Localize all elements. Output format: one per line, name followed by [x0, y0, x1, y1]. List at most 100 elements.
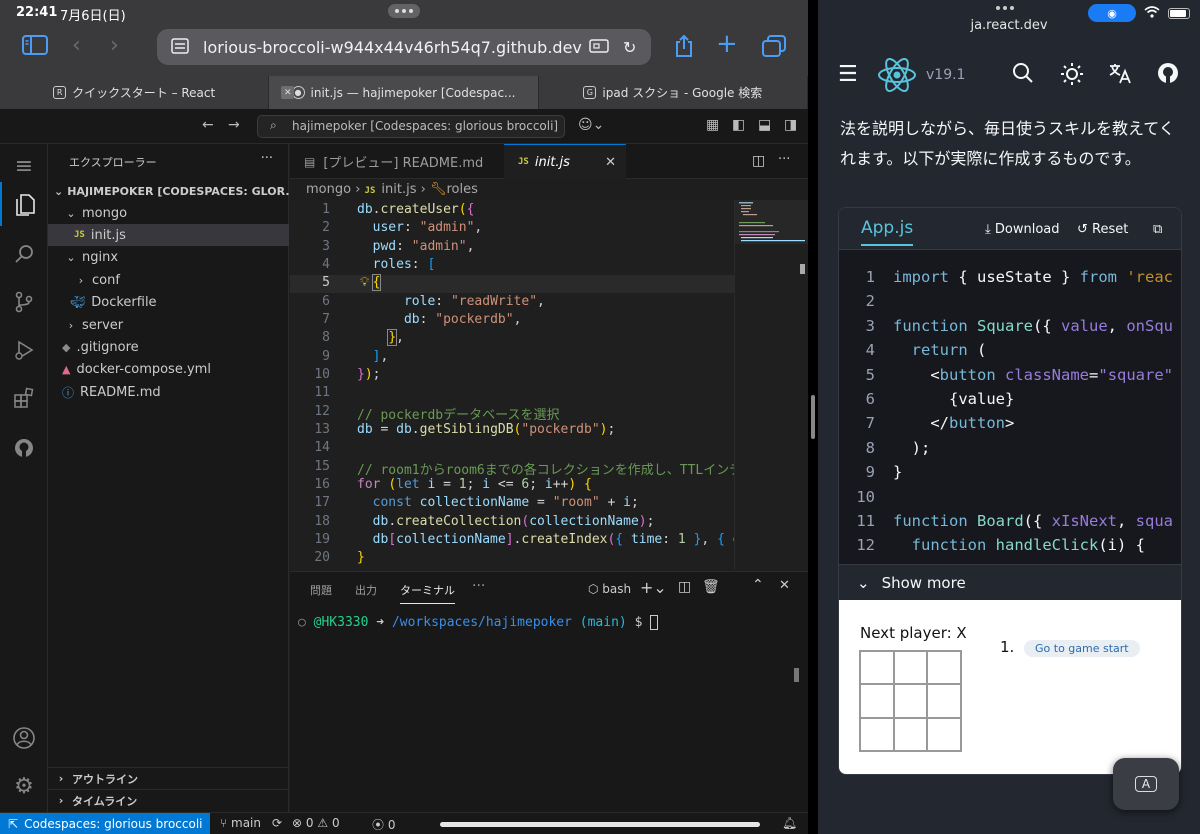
board-square[interactable] — [927, 717, 961, 751]
outline-section[interactable]: › アウトライン — [48, 767, 289, 789]
tab-output[interactable]: 出力 — [355, 582, 377, 598]
editor-tab-readme-preview[interactable]: ▤ [プレビュー] README.md — [290, 144, 500, 179]
tree-item-dockerfile[interactable]: 🐳︎ Dockerfile — [48, 291, 289, 313]
more-actions-icon[interactable]: ··· — [261, 151, 273, 166]
board-square[interactable] — [893, 717, 928, 751]
git-branch[interactable]: ⑂ main — [220, 816, 261, 830]
toggle-panel-icon[interactable]: ⬓ — [758, 117, 771, 133]
search-icon[interactable] — [1012, 62, 1034, 90]
tab-overview-icon[interactable] — [762, 35, 786, 62]
settings-gear-icon[interactable]: ⚙ — [0, 764, 48, 808]
customize-layout-icon[interactable]: ▦ — [706, 117, 719, 133]
tab-terminal[interactable]: ターミナル — [400, 582, 455, 604]
timeline-section[interactable]: › タイムライン — [48, 789, 289, 811]
floating-translate-button[interactable]: A — [1113, 758, 1179, 810]
split-terminal-icon[interactable]: ◫ — [678, 579, 691, 595]
board-square[interactable] — [893, 651, 928, 685]
wifi-icon — [1144, 5, 1160, 21]
home-indicator[interactable] — [440, 822, 760, 827]
theme-toggle-icon[interactable] — [1060, 62, 1084, 92]
address-bar[interactable]: lorious-broccoli-w944x44v46rh54q7.github… — [157, 29, 651, 65]
tree-item-init-js[interactable]: JS init.js — [48, 224, 289, 246]
terminal-output[interactable]: ○ @HK3330 ➜ /workspaces/hajimepoker (mai… — [298, 615, 659, 630]
board-square[interactable] — [927, 651, 961, 685]
sync-icon[interactable]: ⟳ — [272, 816, 282, 830]
command-center[interactable]: ⌕ hajimepoker [Codespaces: glorious broc… — [257, 115, 565, 138]
board-square[interactable] — [860, 684, 894, 718]
page-settings-icon[interactable] — [171, 38, 189, 58]
kill-terminal-icon[interactable]: 🗑︎ — [702, 579, 720, 595]
share-icon[interactable] — [674, 34, 694, 63]
tree-item-readme[interactable]: ⓘ README.md — [48, 381, 289, 403]
explorer-icon[interactable] — [0, 182, 48, 226]
multitask-dots-icon[interactable] — [996, 6, 1014, 10]
open-in-sandbox-icon[interactable]: ⧉ — [1153, 222, 1162, 237]
board-square[interactable] — [860, 651, 894, 685]
source-control-icon[interactable] — [0, 280, 48, 324]
new-tab-icon[interactable]: + — [716, 31, 738, 57]
new-terminal-icon[interactable]: +⌄ — [640, 578, 667, 597]
show-more-button[interactable]: ⌄ Show more — [839, 564, 1181, 600]
breadcrumb-symbol[interactable]: roles — [446, 182, 477, 197]
close-panel-icon[interactable]: ✕ — [779, 578, 790, 593]
react-version[interactable]: v19.1 — [926, 67, 965, 83]
go-back-icon[interactable]: ← — [202, 117, 214, 133]
problems-indicator[interactable]: ⊗ 0 ⚠ 0 — [292, 816, 340, 830]
tab-problems[interactable]: 問題 — [310, 582, 332, 598]
language-icon[interactable] — [1108, 62, 1132, 90]
go-to-game-start-button[interactable]: Go to game start — [1024, 640, 1140, 657]
more-actions-icon[interactable]: ··· — [778, 152, 790, 167]
sandbox-code[interactable]: 1 import { useState } from 'reac 2 3 funct… — [839, 250, 1181, 554]
workspace-root[interactable]: ⌄ HAJIMEPOKER [CODESPACES: GLOR... — [48, 180, 289, 202]
code-editor[interactable]: 1 db.createUser({ 2 user: "admin", 3 pwd:… — [290, 200, 734, 570]
search-icon[interactable] — [0, 232, 48, 276]
breadcrumb-folder[interactable]: mongo — [306, 182, 351, 197]
hamburger-menu-icon[interactable]: ☰ — [838, 62, 858, 87]
run-debug-icon[interactable] — [0, 328, 48, 372]
toggle-sidebar-icon[interactable]: ◧ — [732, 117, 745, 133]
safari-tab[interactable]: R クイックスタート – React — [0, 76, 270, 109]
tree-item-gitignore[interactable]: ◆ .gitignore — [48, 336, 289, 358]
more-panels-icon[interactable]: ··· — [472, 578, 485, 594]
remote-indicator[interactable]: ⇱ Codespaces: glorious broccoli — [0, 813, 210, 834]
multitask-dots-icon[interactable] — [388, 4, 420, 18]
breadcrumb-file[interactable]: init.js — [381, 182, 416, 197]
github-icon[interactable] — [0, 426, 48, 470]
board-square[interactable] — [860, 717, 894, 751]
editor-tab-init-js[interactable]: JS init.js ✕ — [504, 144, 626, 179]
tree-item-conf[interactable]: › conf — [48, 269, 289, 291]
github-icon[interactable] — [1157, 62, 1179, 90]
back-icon[interactable]: ‹ — [72, 35, 81, 57]
split-editor-icon[interactable]: ◫ — [752, 153, 765, 169]
reset-button[interactable]: ↺ Reset — [1077, 222, 1128, 237]
forward-icon[interactable]: › — [110, 35, 119, 57]
tab-app-js[interactable]: App.js — [861, 218, 914, 246]
close-tab-icon[interactable]: ✕ — [281, 86, 295, 99]
accounts-icon[interactable] — [0, 716, 48, 760]
tree-item-nginx[interactable]: ⌄ nginx — [48, 246, 289, 268]
tree-item-mongo[interactable]: ⌄ mongo — [48, 202, 289, 224]
minimap[interactable] — [734, 200, 808, 570]
safari-tab[interactable]: G ipad スクショ - Google 検索 — [539, 76, 808, 109]
go-forward-icon[interactable]: → — [228, 117, 240, 133]
toggle-secondary-sidebar-icon[interactable]: ◨ — [784, 117, 797, 133]
tree-item-docker-compose[interactable]: ▲ docker-compose.yml — [48, 358, 289, 380]
tree-item-server[interactable]: › server — [48, 314, 289, 336]
board-square[interactable] — [893, 684, 928, 718]
reader-extension-icon[interactable] — [589, 38, 609, 58]
close-icon[interactable]: ✕ — [605, 155, 616, 170]
extensions-icon[interactable] — [0, 376, 48, 420]
board-square[interactable] — [927, 684, 961, 718]
react-logo-icon[interactable] — [876, 56, 918, 100]
sidebar-icon[interactable] — [22, 35, 48, 60]
copilot-icon[interactable]: ☺⌄ — [578, 117, 604, 133]
safari-tab-active[interactable]: ✕ ● init.js — hajimepoker [Codespac... — [269, 76, 539, 109]
terminal-scrollbar[interactable] — [794, 668, 799, 682]
ports-indicator[interactable]: ⦿ 0 — [372, 816, 395, 833]
notifications-icon[interactable]: 🔔︎ — [782, 816, 797, 830]
split-view-handle[interactable] — [811, 395, 815, 439]
download-button[interactable]: ⤓ Download — [985, 222, 1060, 237]
reload-icon[interactable]: ↻ — [623, 38, 636, 57]
maximize-panel-icon[interactable]: ⌃ — [752, 577, 764, 593]
terminal-shell-selector[interactable]: ⬡ bash — [588, 582, 631, 596]
